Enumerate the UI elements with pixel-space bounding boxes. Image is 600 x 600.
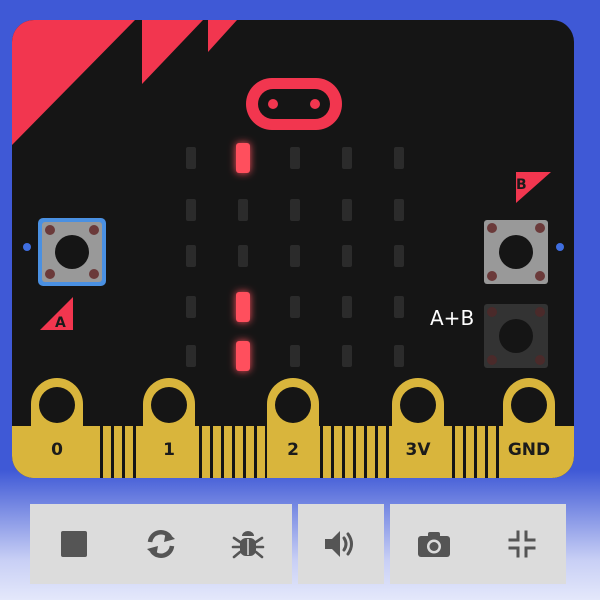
connector-strip-gap <box>452 426 455 478</box>
stop-button[interactable] <box>44 514 104 574</box>
connector-strip-gap <box>375 426 378 478</box>
led-off <box>394 147 404 169</box>
pin-label: 3V <box>406 440 432 460</box>
restart-icon <box>146 529 175 559</box>
led-on <box>236 143 250 173</box>
microbit-logo <box>246 78 342 130</box>
led-off <box>186 345 196 367</box>
connector-strip-gap <box>210 426 213 478</box>
volume-icon <box>325 531 353 557</box>
button-ab[interactable] <box>484 304 548 368</box>
button-b-label: B <box>516 177 527 193</box>
pin-1-pad[interactable]: 1 <box>143 378 195 478</box>
button-ab-label: A+B <box>430 306 475 330</box>
pin-3v-pad[interactable]: 3V <box>392 378 444 478</box>
connector-strip-gap <box>221 426 224 478</box>
screenshot-button[interactable] <box>404 514 464 574</box>
connector-strip-gap <box>342 426 345 478</box>
pin-label: 1 <box>163 440 175 460</box>
pin-gnd-pad[interactable]: GND <box>503 378 555 478</box>
connector-strip-gap <box>320 426 323 478</box>
pin-label: 0 <box>51 440 63 460</box>
connector-strip-gap <box>199 426 202 478</box>
fullscreen-button[interactable] <box>492 514 552 574</box>
led-off <box>186 199 196 221</box>
connector-strip-gap <box>463 426 466 478</box>
led-off <box>290 147 300 169</box>
led-off <box>342 345 352 367</box>
led-off <box>394 199 404 221</box>
simulator-toolbar-main <box>30 504 292 584</box>
led-off <box>290 199 300 221</box>
led-on <box>236 341 250 371</box>
led-off <box>394 296 404 318</box>
led-off <box>186 147 196 169</box>
bug-icon <box>232 531 265 559</box>
button-b[interactable] <box>484 220 548 284</box>
connector-strip-gap <box>386 426 389 478</box>
connector-strip-gap <box>100 426 103 478</box>
connector-strip-gap <box>133 426 136 478</box>
led-off <box>342 199 352 221</box>
connector-strip-gap <box>364 426 367 478</box>
edge-dot-left <box>23 243 31 251</box>
connector-strip-gap <box>353 426 356 478</box>
led-off <box>238 245 248 267</box>
led-off <box>290 345 300 367</box>
led-off <box>238 199 248 221</box>
led-off <box>186 245 196 267</box>
pin-2-pad[interactable]: 2 <box>267 378 319 478</box>
led-off <box>290 296 300 318</box>
collapse-icon <box>508 530 536 558</box>
simulator-toolbar-sound <box>298 504 384 584</box>
button-a-label: A <box>55 315 66 331</box>
led-off <box>342 296 352 318</box>
simulator-toolbar-view <box>390 504 566 584</box>
connector-strip-gap <box>254 426 257 478</box>
edge-dot-right <box>556 243 564 251</box>
led-off <box>290 245 300 267</box>
camera-icon <box>418 532 450 557</box>
pin-0-pad[interactable]: 0 <box>31 378 83 478</box>
led-on <box>236 292 250 322</box>
connector-strip-gap <box>496 426 499 478</box>
connector-strip-gap <box>111 426 114 478</box>
connector-strip-gap <box>232 426 235 478</box>
led-off <box>394 245 404 267</box>
pin-label: 2 <box>287 440 299 460</box>
sound-button[interactable] <box>311 514 371 574</box>
led-off <box>342 245 352 267</box>
connector-strip-gap <box>474 426 477 478</box>
connector-strip-gap <box>331 426 334 478</box>
stop-icon <box>60 531 87 557</box>
pin-label: GND <box>508 440 550 460</box>
button-a[interactable] <box>38 218 106 286</box>
connector-strip-gap <box>122 426 125 478</box>
restart-button[interactable] <box>131 514 191 574</box>
led-off <box>342 147 352 169</box>
connector-strip-gap <box>243 426 246 478</box>
connector-strip-gap <box>485 426 488 478</box>
led-off <box>186 296 196 318</box>
debug-button[interactable] <box>218 514 278 574</box>
led-off <box>394 345 404 367</box>
